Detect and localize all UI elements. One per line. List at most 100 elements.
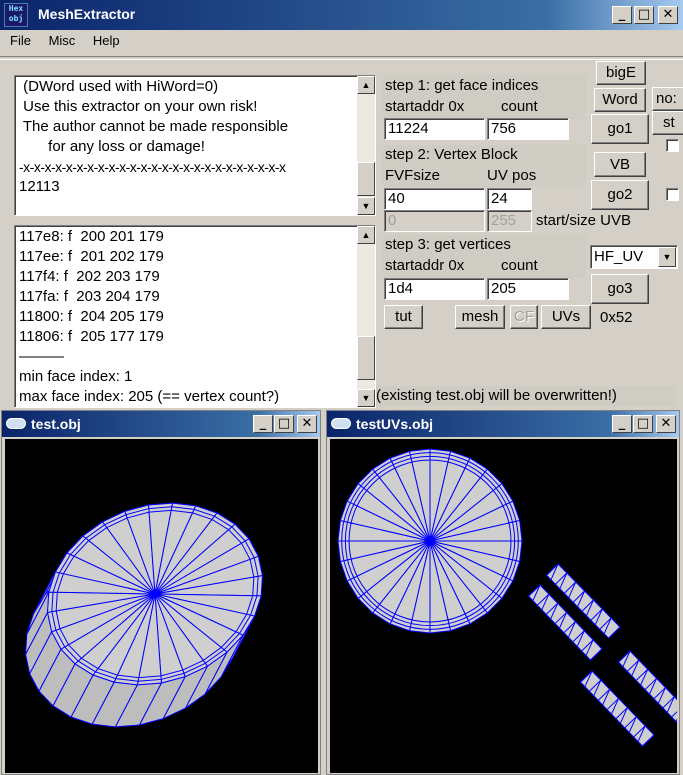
menu-help[interactable]: Help [93, 33, 120, 48]
info-line: Use this extractor on your own risk! [19, 98, 258, 115]
test-uvs-titlebar[interactable]: testUVs.obj _ □ ✕ [327, 411, 679, 437]
go1-button[interactable]: go1 [591, 114, 649, 144]
test-uvs-window: testUVs.obj _ □ ✕ [326, 410, 680, 775]
minimize-button[interactable]: _ [612, 415, 632, 433]
log-line: 11806: f 205 177 179 [19, 328, 164, 345]
step3-startaddr-label: startaddr 0x [385, 257, 465, 274]
main-window: Hex obj MeshExtractor _ □ ✕ File Misc He… [0, 0, 683, 408]
info-scrollbar[interactable]: ▲ ▼ [357, 76, 375, 215]
word-button[interactable]: Word [594, 88, 646, 112]
status-bar: (existing test.obj will be overwritten!) [376, 386, 676, 406]
step2-fvfsize-input[interactable]: 40 [384, 188, 485, 210]
tut-button[interactable]: tut [384, 305, 423, 329]
mesh-button[interactable]: mesh [455, 305, 505, 329]
scroll-up-icon[interactable]: ▲ [357, 226, 375, 244]
close-button[interactable]: ✕ [656, 415, 676, 433]
step2-uvb-label: start/size UVB [536, 212, 632, 229]
log-text-area: 117e8: f 200 201 179 117ee: f 201 202 17… [19, 227, 355, 407]
checkbox-1[interactable] [666, 139, 679, 152]
maximize-button[interactable]: □ [633, 415, 653, 433]
test-uvs-title: testUVs.obj [356, 416, 434, 432]
hex-value-label: 0x52 [600, 309, 633, 326]
step3-group: step 3: get vertices startaddr 0x count [383, 235, 586, 278]
step2-uvb-start-input[interactable]: 0 [384, 210, 485, 232]
step1-startaddr-label: startaddr 0x [385, 98, 465, 115]
clipped-button-2[interactable]: st [652, 111, 683, 135]
log-textbox[interactable]: 117e8: f 200 201 179 117ee: f 201 202 17… [14, 225, 376, 408]
cf-button[interactable]: CF [510, 305, 538, 329]
app-icon-text-bottom: obj [8, 14, 24, 23]
bige-button[interactable]: bigE [596, 61, 646, 85]
step2-fvfsize-label: FVFsize [385, 167, 441, 184]
info-line: (DWord used with HiWord=0) [19, 78, 219, 95]
step2-uvpos-input[interactable]: 24 [487, 188, 532, 210]
format-select-value: HF_UV [594, 248, 644, 265]
format-select[interactable]: HF_UV ▼ [590, 245, 678, 269]
test-obj-titlebar[interactable]: test.obj _ □ ✕ [2, 411, 320, 437]
close-button[interactable]: ✕ [658, 6, 678, 24]
scroll-thumb[interactable] [357, 162, 375, 196]
maximize-button[interactable]: □ [274, 415, 294, 433]
clipped-button-1[interactable]: no: [652, 87, 683, 111]
scroll-down-icon[interactable]: ▼ [357, 197, 375, 215]
uvs-button[interactable]: UVs [541, 305, 591, 329]
minimize-button[interactable]: _ [612, 6, 632, 24]
test-uvs-viewport[interactable] [330, 439, 677, 773]
mesh-center [152, 591, 158, 597]
minimize-button[interactable]: _ [253, 415, 273, 433]
info-textbox[interactable]: (DWord used with HiWord=0) Use this extr… [14, 75, 376, 216]
uv-center [427, 538, 433, 544]
menu-separator [0, 56, 683, 60]
scroll-thumb[interactable] [357, 336, 375, 380]
log-line: min face index: 1 [19, 368, 133, 385]
checkbox-2[interactable] [666, 188, 679, 201]
window-icon [331, 418, 351, 429]
test-obj-viewport[interactable] [5, 439, 318, 773]
step1-count-input[interactable]: 756 [487, 118, 569, 140]
log-line: 117e8: f 200 201 179 [19, 228, 164, 245]
step1-count-label: count [501, 98, 538, 115]
step3-title: step 3: get vertices [385, 236, 511, 253]
info-line: for any loss or damage! [19, 138, 205, 155]
go3-button[interactable]: go3 [591, 274, 649, 304]
vb-button[interactable]: VB [594, 152, 646, 177]
log-line: 117fa: f 203 204 179 [19, 288, 160, 305]
log-line: 117ee: f 201 202 179 [19, 248, 164, 265]
step1-title: step 1: get face indices [385, 77, 539, 94]
step2-uvpos-label: UV pos [487, 167, 537, 184]
step2-title: step 2: Vertex Block [385, 146, 518, 163]
close-button[interactable]: ✕ [297, 415, 317, 433]
status-text: (existing test.obj will be overwritten!) [376, 387, 617, 404]
log-scrollbar[interactable]: ▲ ▼ [357, 226, 375, 407]
main-window-title: MeshExtractor [38, 6, 136, 22]
window-icon [6, 418, 26, 429]
step3-count-label: count [501, 257, 538, 274]
menu-misc[interactable]: Misc [49, 33, 76, 48]
log-line: ——— [19, 348, 64, 365]
scroll-down-icon[interactable]: ▼ [357, 389, 375, 407]
test-obj-window: test.obj _ □ ✕ [1, 410, 321, 775]
info-text-area: (DWord used with HiWord=0) Use this extr… [19, 77, 355, 197]
info-line: The author cannot be made responsible [19, 118, 289, 135]
step3-count-input[interactable]: 205 [487, 278, 569, 300]
menu-file[interactable]: File [10, 33, 31, 48]
main-titlebar[interactable]: Hex obj MeshExtractor _ □ ✕ [0, 0, 683, 30]
menu-bar: File Misc Help [10, 33, 134, 51]
log-line: 117f4: f 202 203 179 [19, 268, 160, 285]
chevron-down-icon[interactable]: ▼ [658, 247, 676, 267]
log-line: 11800: f 204 205 179 [19, 308, 164, 325]
app-icon-text-top: Hex [8, 4, 24, 13]
step2-group: step 2: Vertex Block FVFsize UV pos [383, 145, 586, 187]
log-line: max face index: 205 (== vertex count?) [19, 388, 280, 405]
app-icon: Hex obj [4, 3, 28, 27]
step1-group: step 1: get face indices startaddr 0x co… [383, 75, 586, 119]
info-line: -x-x-x-x-x-x-x-x-x-x-x-x-x-x-x-x-x-x-x-x… [19, 159, 286, 175]
info-line: 12113 [19, 178, 60, 195]
test-obj-title: test.obj [31, 416, 81, 432]
step1-startaddr-input[interactable]: 11224 [384, 118, 485, 140]
maximize-button[interactable]: □ [634, 6, 654, 24]
step3-startaddr-input[interactable]: 1d4 [384, 278, 485, 300]
step2-uvb-size-input[interactable]: 255 [487, 210, 532, 232]
scroll-up-icon[interactable]: ▲ [357, 76, 375, 94]
go2-button[interactable]: go2 [591, 180, 649, 210]
